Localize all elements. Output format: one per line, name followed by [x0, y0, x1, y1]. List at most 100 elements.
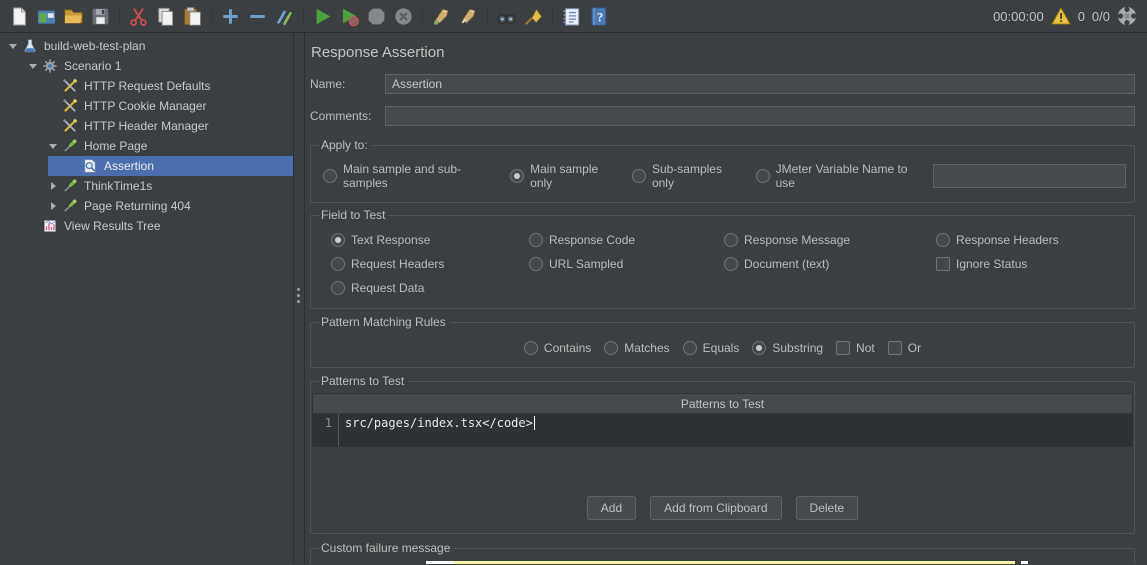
checkbox[interactable] [936, 257, 950, 271]
add-icon[interactable] [217, 3, 244, 30]
radio-button[interactable] [529, 233, 543, 247]
tree-collapse-arrow-icon[interactable] [24, 64, 42, 69]
pattern-rule-option-equals[interactable]: Equals [683, 341, 740, 355]
option-label: Sub-samples only [652, 162, 741, 190]
tree-collapse-arrow-icon[interactable] [4, 44, 22, 49]
apply-to-option-sub-samples-only[interactable]: Sub-samples only [632, 162, 741, 190]
field-to-test-option-response-code[interactable]: Response Code [529, 228, 724, 252]
pattern-row-text[interactable]: src/pages/index.tsx</code> [339, 414, 533, 430]
apply-to-option-main-sample-and-sub-samples[interactable]: Main sample and sub-samples [323, 162, 495, 190]
copy-icon[interactable] [152, 3, 179, 30]
paste-icon[interactable] [179, 3, 206, 30]
start-icon[interactable] [309, 3, 336, 30]
radio-button[interactable] [323, 169, 337, 183]
toggle-icon[interactable] [271, 3, 298, 30]
custom-failure-editor[interactable]: 1 [426, 561, 1028, 564]
toolbar-separator [303, 5, 304, 27]
field-to-test-option-url-sampled[interactable]: URL Sampled [529, 252, 724, 276]
function-helper-icon[interactable] [558, 3, 585, 30]
add-from-clipboard-button[interactable]: Add from Clipboard [650, 496, 781, 520]
delete-button[interactable]: Delete [796, 496, 859, 520]
pattern-rule-option-matches[interactable]: Matches [604, 341, 669, 355]
checkbox[interactable] [888, 341, 902, 355]
tree-expand-arrow-icon[interactable] [44, 202, 62, 210]
radio-button[interactable] [529, 257, 543, 271]
checkbox[interactable] [836, 341, 850, 355]
tree-item-assertion[interactable]: Assertion [0, 156, 293, 176]
radio-button[interactable] [524, 341, 538, 355]
cut-icon[interactable] [125, 3, 152, 30]
add-button[interactable]: Add [587, 496, 636, 520]
save-file-icon[interactable] [87, 3, 114, 30]
jmeter-variable-name-input[interactable] [933, 164, 1126, 188]
comments-row: Comments: [310, 106, 1135, 126]
option-label: Text Response [351, 233, 430, 247]
radio-button[interactable] [724, 257, 738, 271]
remove-icon[interactable] [244, 3, 271, 30]
pattern-rule-option-or[interactable]: Or [888, 341, 921, 355]
field-to-test-option-document-text-[interactable]: Document (text) [724, 252, 936, 276]
radio-button[interactable] [724, 233, 738, 247]
stop-icon[interactable] [363, 3, 390, 30]
pattern-rule-option-contains[interactable]: Contains [524, 341, 591, 355]
toolbar-separator [552, 5, 553, 27]
apply-to-option-jmeter-variable-name-to-use[interactable]: JMeter Variable Name to use [756, 162, 920, 190]
search-reset-icon[interactable] [520, 3, 547, 30]
field-to-test-option-text-response[interactable]: Text Response [331, 228, 529, 252]
templates-icon[interactable] [33, 3, 60, 30]
comments-input[interactable] [385, 106, 1135, 126]
tree-item-page-returning-404[interactable]: Page Returning 404 [0, 196, 293, 216]
tree-item-http-header-manager[interactable]: HTTP Header Manager [0, 116, 293, 136]
tree-item-build-web-test-plan[interactable]: build-web-test-plan [0, 36, 293, 56]
field-to-test-option-request-data[interactable]: Request Data [331, 276, 529, 300]
open-file-icon[interactable] [60, 3, 87, 30]
field-to-test-fieldset: Field to Test Text ResponseResponse Code… [310, 208, 1135, 309]
toolbar-separator [119, 5, 120, 27]
tree-item-home-page[interactable]: Home Page [0, 136, 293, 156]
pattern-rules-options: Contains Matches Equals Substring Not Or [319, 331, 1126, 361]
radio-button[interactable] [331, 281, 345, 295]
pattern-rules-fieldset: Pattern Matching Rules ContainsMatchesEq… [310, 315, 1135, 368]
tree-item-thinktime1s[interactable]: ThinkTime1s [0, 176, 293, 196]
tree-item-http-cookie-manager[interactable]: HTTP Cookie Manager [0, 96, 293, 116]
pattern-rule-option-not[interactable]: Not [836, 341, 875, 355]
field-to-test-option-response-message[interactable]: Response Message [724, 228, 936, 252]
tree-collapse-arrow-icon[interactable] [44, 144, 62, 149]
radio-button[interactable] [331, 257, 345, 271]
help-icon[interactable]: ? [585, 3, 612, 30]
radio-button[interactable] [632, 169, 646, 183]
tree-item-http-request-defaults[interactable]: HTTP Request Defaults [0, 76, 293, 96]
pattern-row-line-number: 1 [313, 414, 339, 446]
name-input[interactable] [385, 74, 1135, 94]
editor-scrollbar[interactable] [1021, 561, 1028, 564]
pattern-row[interactable]: 1src/pages/index.tsx</code> [313, 414, 1132, 446]
pattern-rule-option-substring[interactable]: Substring [752, 341, 823, 355]
field-to-test-option-request-headers[interactable]: Request Headers [331, 252, 529, 276]
field-to-test-option-ignore-status[interactable]: Ignore Status [936, 252, 1126, 276]
shutdown-icon[interactable] [390, 3, 417, 30]
start-no-pauses-icon[interactable] [336, 3, 363, 30]
clear-all-icon[interactable] [455, 3, 482, 30]
radio-button[interactable] [510, 169, 524, 183]
radio-button[interactable] [331, 233, 345, 247]
apply-to-option-main-sample-only[interactable]: Main sample only [510, 162, 617, 190]
radio-button[interactable] [752, 341, 766, 355]
config-icon [62, 78, 79, 94]
option-label: Matches [624, 341, 669, 355]
radio-button[interactable] [936, 233, 950, 247]
patterns-buttons-row: Add Add from Clipboard Delete [311, 496, 1134, 520]
radio-button[interactable] [683, 341, 697, 355]
clear-icon[interactable] [428, 3, 455, 30]
tree-item-view-results-tree[interactable]: View Results Tree [0, 216, 293, 236]
field-to-test-option-response-headers[interactable]: Response Headers [936, 228, 1126, 252]
new-file-icon[interactable] [6, 3, 33, 30]
search-icon[interactable] [493, 3, 520, 30]
panel-splitter[interactable] [293, 33, 305, 564]
radio-button[interactable] [756, 169, 770, 183]
tree-item-scenario-1[interactable]: Scenario 1 [0, 56, 293, 76]
warning-icon[interactable] [1051, 7, 1071, 25]
radio-button[interactable] [604, 341, 618, 355]
editor-active-line[interactable] [454, 561, 1015, 564]
tree-expand-arrow-icon[interactable] [44, 182, 62, 190]
thread-group-icon [42, 58, 59, 74]
